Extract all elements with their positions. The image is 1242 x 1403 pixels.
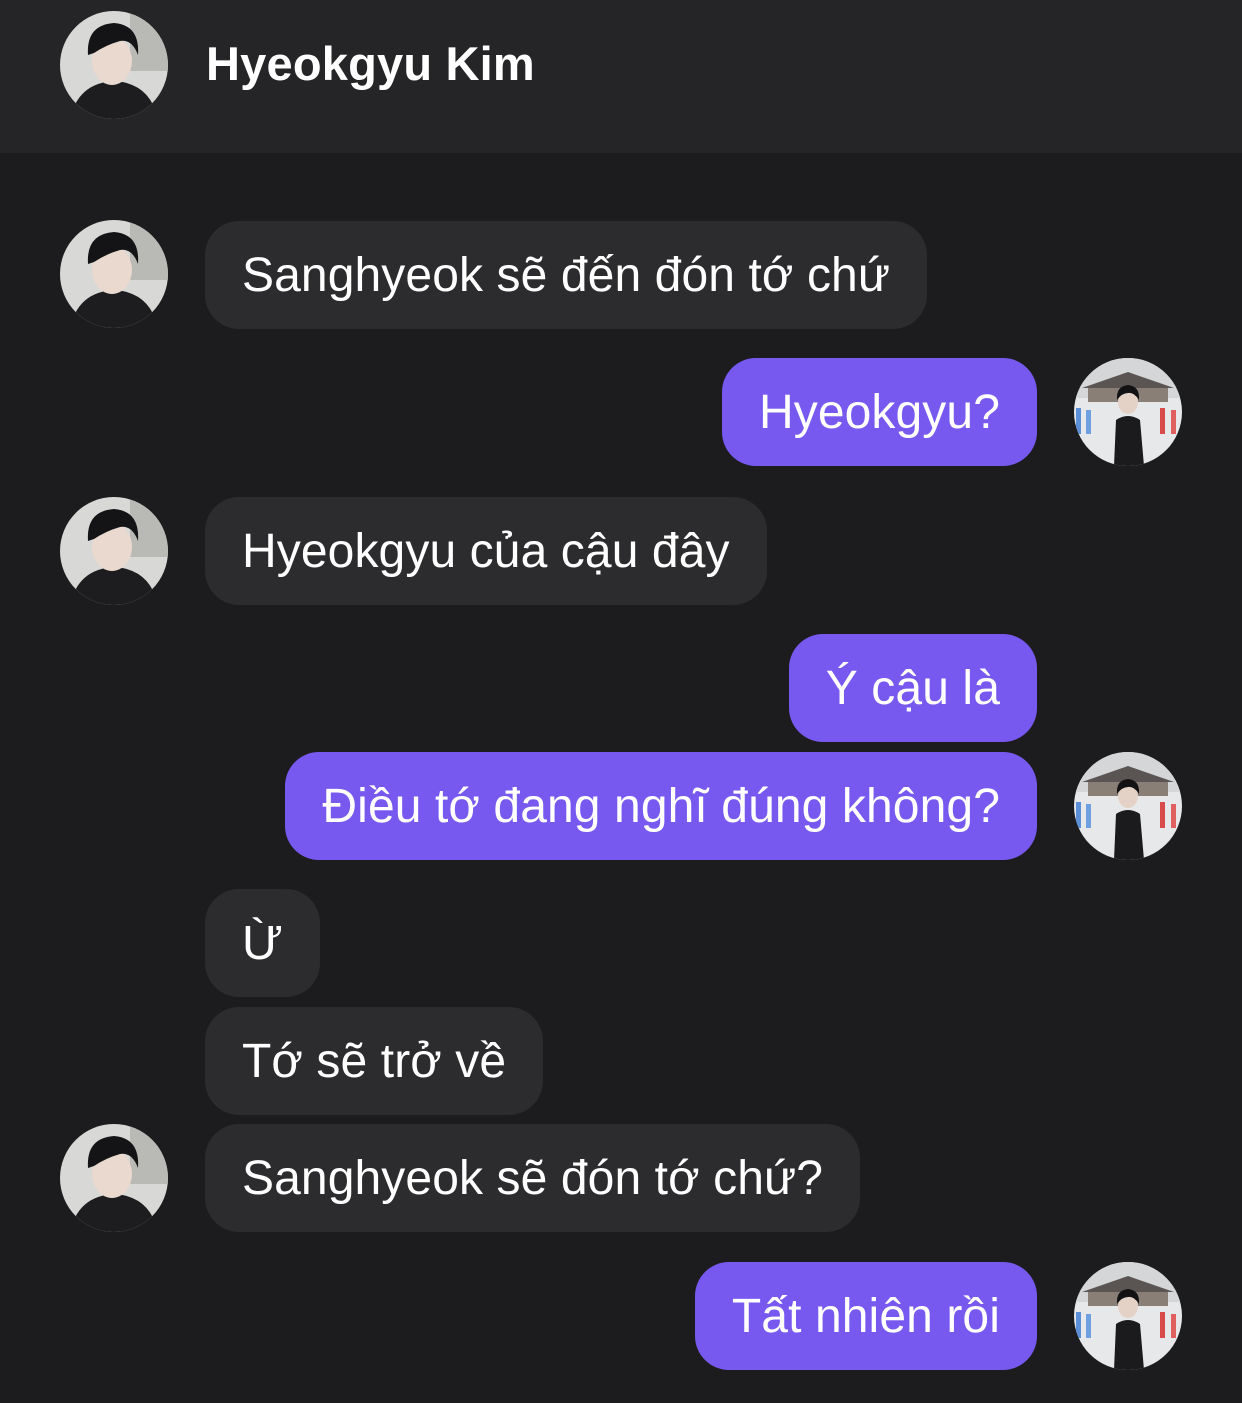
my-avatar[interactable] xyxy=(1074,1262,1182,1370)
message-bubble-outgoing[interactable]: Tất nhiên rồi xyxy=(694,1262,1037,1370)
message-bubble-incoming[interactable]: Sanghyeok sẽ đến đón tớ chứ xyxy=(205,221,928,329)
person-at-palace-avatar-icon xyxy=(1074,358,1182,466)
message-bubble-incoming[interactable]: Sanghyeok sẽ đón tớ chứ? xyxy=(205,1124,861,1232)
chat-header: Hyeokgyu Kim xyxy=(0,0,1242,153)
person-in-black-avatar-icon xyxy=(60,497,168,605)
contact-avatar[interactable] xyxy=(60,1124,168,1232)
message-bubble-outgoing[interactable]: Hyeokgyu? xyxy=(721,358,1037,466)
contact-name: Hyeokgyu Kim xyxy=(206,37,535,90)
contact-avatar[interactable] xyxy=(60,11,168,119)
message-bubble-incoming[interactable]: Tớ sẽ trở về xyxy=(205,1007,544,1115)
my-avatar[interactable] xyxy=(1074,752,1182,860)
contact-avatar[interactable] xyxy=(60,220,168,328)
person-in-black-avatar-icon xyxy=(60,220,168,328)
person-at-palace-avatar-icon xyxy=(1074,1262,1182,1370)
contact-avatar-image xyxy=(60,11,168,119)
message-bubble-incoming[interactable]: Ừ xyxy=(205,889,321,997)
message-bubble-incoming[interactable]: Hyeokgyu của cậu đây xyxy=(205,497,767,605)
contact-avatar[interactable] xyxy=(60,497,168,605)
message-bubble-outgoing[interactable]: Điều tớ đang nghĩ đúng không? xyxy=(285,752,1037,860)
person-at-palace-avatar-icon xyxy=(1074,752,1182,860)
message-bubble-outgoing[interactable]: Ý cậu là xyxy=(788,634,1037,742)
person-in-black-avatar-icon xyxy=(60,1124,168,1232)
my-avatar[interactable] xyxy=(1074,358,1182,466)
